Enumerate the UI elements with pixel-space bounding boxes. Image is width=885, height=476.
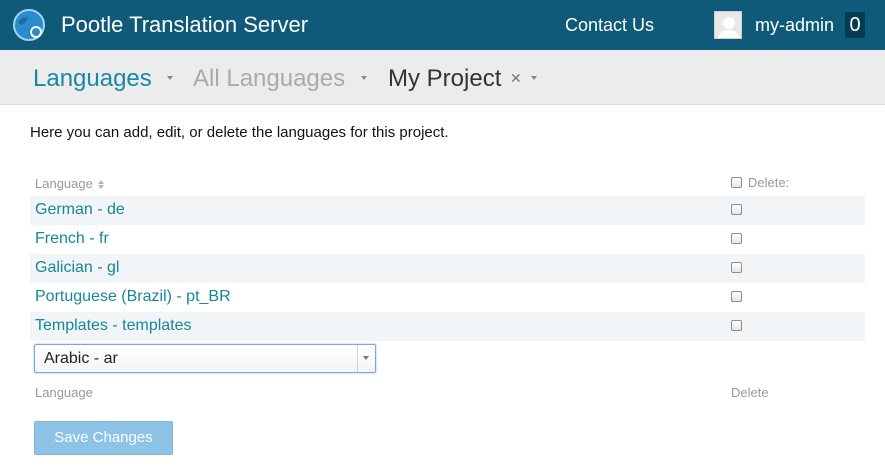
chevron-down-icon[interactable] (357, 345, 375, 372)
chevron-down-icon[interactable] (531, 76, 537, 80)
breadcrumb-my-project[interactable]: My Project (388, 65, 501, 93)
delete-checkbox[interactable] (731, 204, 742, 215)
table-row: Portuguese (Brazil) - pt_BR (30, 283, 865, 312)
new-language-select[interactable]: Arabic - ar (34, 344, 376, 373)
delete-checkbox[interactable] (731, 233, 742, 244)
language-column-header[interactable]: Language (35, 176, 105, 191)
breadcrumb: Languages All Languages My Project (0, 50, 885, 105)
select-value: Arabic - ar (44, 350, 118, 367)
select-all-delete-checkbox[interactable] (731, 177, 742, 188)
chevron-down-icon[interactable] (167, 76, 173, 80)
language-column-label: Language (35, 176, 93, 191)
site-title[interactable]: Pootle Translation Server (61, 12, 308, 38)
avatar[interactable] (714, 11, 742, 39)
language-link[interactable]: Templates - templates (35, 317, 192, 335)
table-row: French - fr (30, 225, 865, 254)
top-navbar: Pootle Translation Server Contact Us my-… (0, 0, 885, 50)
language-link[interactable]: French - fr (35, 230, 109, 248)
language-column-footer: Language (35, 385, 93, 400)
save-changes-button[interactable]: Save Changes (34, 421, 173, 455)
score-badge[interactable]: 0 (845, 12, 865, 38)
delete-column-header: Delete: (731, 175, 789, 190)
breadcrumb-all-languages[interactable]: All Languages (193, 65, 345, 93)
breadcrumb-languages[interactable]: Languages (33, 65, 152, 93)
table-row: Galician - gl (30, 254, 865, 283)
delete-checkbox[interactable] (731, 262, 742, 273)
delete-column-footer: Delete (731, 385, 769, 400)
pootle-logo-icon[interactable] (12, 8, 46, 42)
delete-column-label: Delete: (748, 175, 790, 190)
sort-icon[interactable] (97, 179, 105, 190)
page-description: Here you can add, edit, or delete the la… (30, 124, 449, 141)
table-row: German - de (30, 196, 865, 225)
language-link[interactable]: Galician - gl (35, 259, 119, 277)
contact-us-link[interactable]: Contact Us (565, 15, 654, 36)
language-link[interactable]: German - de (35, 201, 125, 219)
language-link[interactable]: Portuguese (Brazil) - pt_BR (35, 288, 231, 306)
close-icon[interactable]: ✕ (510, 70, 522, 87)
chevron-down-icon[interactable] (361, 76, 367, 80)
delete-checkbox[interactable] (731, 291, 742, 302)
username-link[interactable]: my-admin (755, 15, 834, 36)
table-row: Templates - templates (30, 312, 865, 341)
user-avatar-icon (715, 12, 741, 38)
delete-checkbox[interactable] (731, 320, 742, 331)
